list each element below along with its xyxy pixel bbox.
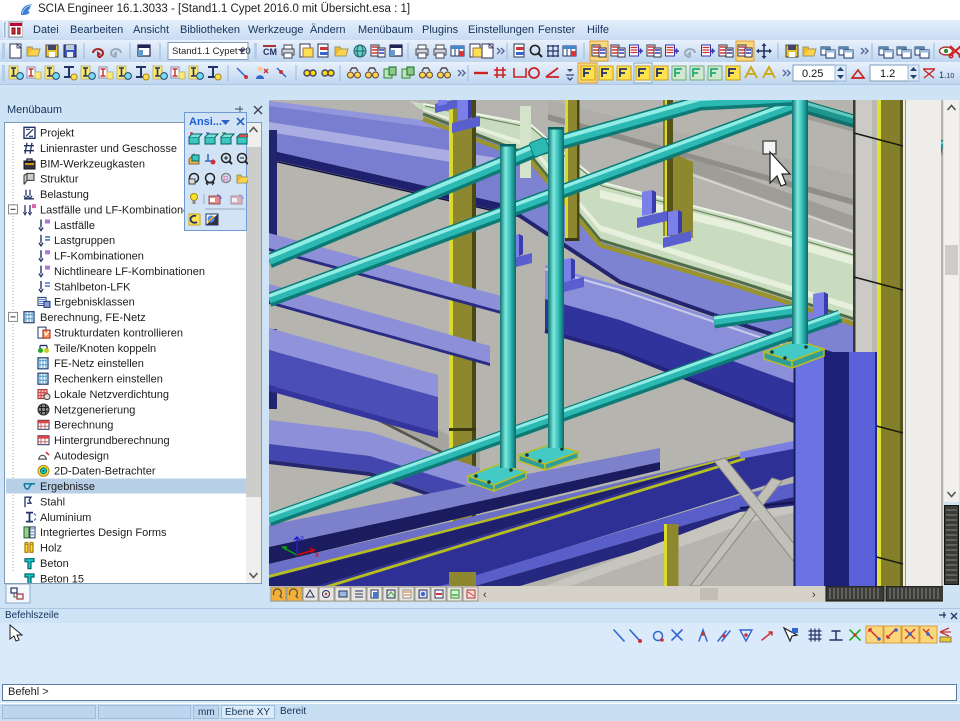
svg-text:Lokale Netzverdichtung: Lokale Netzverdichtung — [54, 389, 169, 401]
svg-text:Strukturdaten kontrollieren: Strukturdaten kontrollieren — [54, 327, 183, 339]
svg-text:Autodesign: Autodesign — [54, 450, 109, 462]
svg-text:Beton 15: Beton 15 — [40, 573, 84, 583]
svg-text:Stahl: Stahl — [40, 497, 65, 509]
svg-text:Lastgruppen: Lastgruppen — [54, 235, 115, 247]
svg-text:Lastfälle und LF-Kombinationen: Lastfälle und LF-Kombinationen — [40, 204, 195, 216]
svg-text:Berechnung: Berechnung — [54, 420, 113, 432]
svg-text:Integriertes Design Forms: Integriertes Design Forms — [40, 527, 167, 539]
svg-text:Ergebnisklassen: Ergebnisklassen — [54, 297, 135, 309]
svg-text:‹: ‹ — [483, 589, 487, 601]
svg-text:Ansi...: Ansi... — [189, 116, 222, 128]
svg-text:R: R — [223, 175, 229, 184]
svg-text:Beton: Beton — [40, 558, 69, 570]
svg-text:Projekt: Projekt — [40, 128, 74, 140]
svg-text:Stahlbeton-LFK: Stahlbeton-LFK — [54, 281, 131, 293]
svg-text:1.2: 1.2 — [880, 68, 895, 80]
svg-text:Rechenkern einstellen: Rechenkern einstellen — [54, 374, 163, 386]
svg-text:Hintergrundberechnung: Hintergrundberechnung — [54, 435, 170, 447]
svg-text:BIM-Werkzeugkasten: BIM-Werkzeugkasten — [40, 158, 145, 170]
svg-text:x: x — [315, 550, 319, 559]
svg-text:›: › — [812, 589, 816, 601]
svg-text:Teile/Knoten koppeln: Teile/Knoten koppeln — [54, 343, 156, 355]
svg-text:Linienraster und Geschosse: Linienraster und Geschosse — [40, 143, 177, 155]
svg-text:Lastfälle: Lastfälle — [54, 220, 95, 232]
svg-text:Struktur: Struktur — [40, 174, 79, 186]
svg-text:Belastung: Belastung — [40, 189, 89, 201]
svg-text:FE-Netz einstellen: FE-Netz einstellen — [54, 358, 144, 370]
svg-text:Netzgenerierung: Netzgenerierung — [54, 404, 135, 416]
svg-text:2D-Daten-Betrachter: 2D-Daten-Betrachter — [54, 466, 156, 478]
svg-text:Holz: Holz — [40, 543, 62, 555]
svg-text:Ergebnisse: Ergebnisse — [40, 481, 95, 493]
svg-text:0.25: 0.25 — [802, 68, 823, 80]
svg-text:LF-Kombinationen: LF-Kombinationen — [54, 251, 144, 263]
svg-text:Nichtlineare LF-Kombinationen: Nichtlineare LF-Kombinationen — [54, 266, 205, 278]
svg-text:z: z — [300, 534, 304, 543]
svg-text:Aluminium: Aluminium — [40, 512, 91, 524]
svg-text:Berechnung, FE-Netz: Berechnung, FE-Netz — [40, 312, 146, 324]
svg-text:1.10: 1.10 — [939, 70, 954, 80]
svg-text:Stand1.1 Cypet 20: Stand1.1 Cypet 20 — [172, 46, 251, 57]
